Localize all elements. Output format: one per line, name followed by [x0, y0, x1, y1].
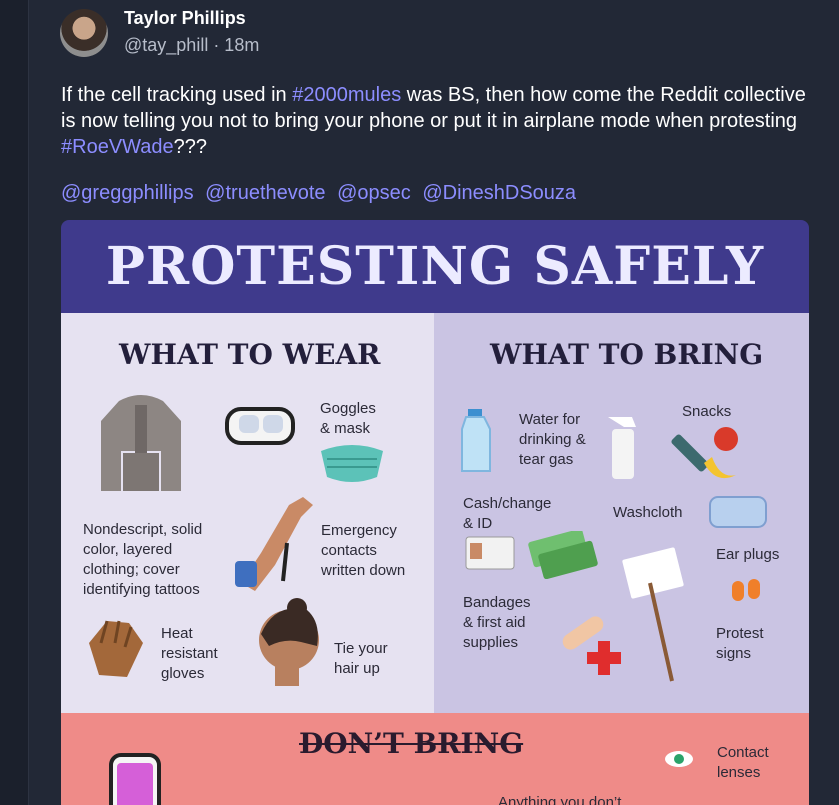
- left-rail: [0, 0, 29, 805]
- arm-pen-icon: [235, 497, 313, 591]
- mention-dineshdsouza[interactable]: @DineshDSouza: [422, 182, 576, 204]
- snacks-icon: [671, 427, 738, 479]
- water-label: Water for drinking & tear gas: [519, 411, 586, 468]
- mask-icon: [321, 445, 383, 482]
- dont-bring-section: DON’T BRING Anything you don’t Contact l…: [61, 713, 809, 805]
- mention-opsec[interactable]: @opsec: [337, 182, 411, 204]
- author-name[interactable]: Taylor Phillips: [124, 8, 246, 29]
- dont-bring-heading: DON’T BRING: [299, 727, 524, 760]
- cash-label: Cash/change & ID: [463, 495, 552, 532]
- anything-label: Anything you don’t: [498, 794, 622, 805]
- gloves-label: Heat resistant gloves: [161, 625, 218, 682]
- washcloth-label: Washcloth: [613, 504, 683, 521]
- bring-heading: WHAT TO BRING: [490, 338, 764, 371]
- hashtag-2000mules[interactable]: #2000mules: [292, 84, 401, 106]
- goggles-icon: [225, 407, 295, 445]
- attached-image[interactable]: PROTESTING SAFELY WHAT TO WEAR Goggles &…: [61, 220, 809, 805]
- earplugs-label: Ear plugs: [716, 546, 780, 563]
- clothing-label: Nondescript, solid color, layered clothi…: [83, 521, 203, 598]
- hair-label: Tie your hair up: [334, 640, 388, 677]
- infographic-banner: PROTESTING SAFELY: [61, 220, 809, 313]
- post-text-part3: ???: [173, 136, 208, 158]
- contacts-label: Contact lenses: [717, 744, 769, 781]
- bandages-label: Bandages & first aid supplies: [463, 594, 531, 651]
- snacks-label: Snacks: [682, 403, 732, 420]
- spray-bottle-icon: [608, 417, 636, 479]
- earplugs-icon: [732, 579, 760, 601]
- bring-section: WHAT TO BRING Water for drinking & tear …: [434, 313, 809, 713]
- avatar[interactable]: [60, 9, 108, 57]
- infographic-title: PROTESTING SAFELY: [105, 236, 765, 297]
- wear-heading: WHAT TO WEAR: [119, 338, 381, 371]
- mention-greggphillips[interactable]: @greggphillips: [61, 182, 194, 204]
- phone-icon: [109, 753, 161, 805]
- jacket-icon: [101, 395, 181, 491]
- hashtag-roevwade[interactable]: #RoeVWade: [61, 136, 174, 158]
- id-card-icon: [465, 531, 598, 579]
- wear-section: WHAT TO WEAR Goggles & mask Nondescript,…: [61, 313, 434, 713]
- post-text-part1: If the cell tracking used in: [61, 84, 293, 106]
- head-hair-icon: [259, 598, 319, 686]
- post-text: If the cell tracking used in #2000mules …: [61, 82, 821, 160]
- gloves-icon: [89, 620, 143, 677]
- author-handle-time[interactable]: @tay_phill · 18m: [124, 35, 259, 56]
- signs-label: Protest signs: [716, 625, 764, 662]
- mention-truethevote[interactable]: @truethevote: [205, 182, 325, 204]
- washcloth-icon: [709, 496, 767, 528]
- first-aid-icon: [562, 616, 621, 675]
- mentions: @greggphillips @truethevote @opsec @Dine…: [61, 182, 582, 205]
- goggles-label: Goggles & mask: [320, 400, 376, 437]
- water-bottle-icon: [461, 409, 491, 472]
- emergency-label: Emergency contacts written down: [321, 522, 406, 579]
- contact-lens-icon: [665, 751, 693, 767]
